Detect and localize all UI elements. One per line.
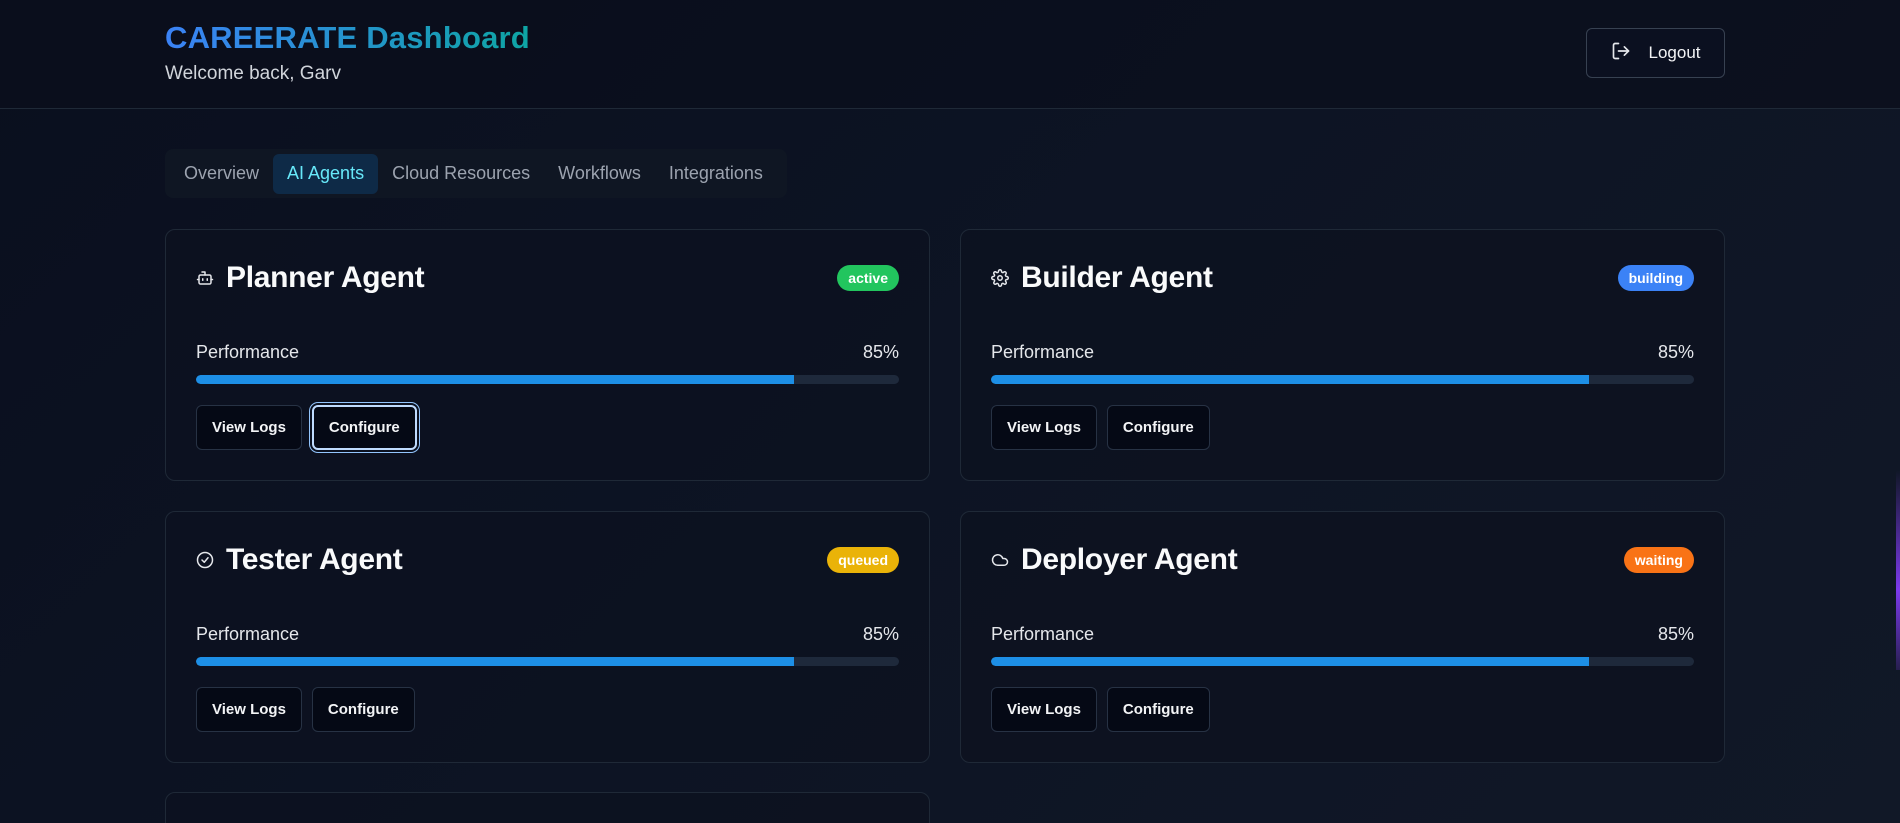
performance-bar-fill [196, 375, 794, 384]
status-badge: building [1617, 265, 1694, 291]
performance-bar [991, 657, 1694, 666]
logout-label: Logout [1648, 43, 1701, 62]
agent-name: Planner Agent [226, 261, 425, 294]
view-logs-button[interactable]: View Logs [991, 405, 1097, 450]
agent-card-deployer: Deployer Agent waiting Performance 85% V… [960, 511, 1725, 763]
welcome-message: Welcome back, Garv [165, 63, 341, 84]
status-badge: waiting [1623, 547, 1694, 573]
performance-label: Performance [196, 624, 300, 644]
performance-bar [991, 375, 1694, 384]
bot-icon [196, 269, 214, 287]
performance-value: 85% [862, 624, 899, 644]
performance-label: Performance [991, 342, 1095, 362]
configure-button[interactable]: Configure [1106, 405, 1210, 450]
tab-integrations[interactable]: Integrations [655, 154, 777, 194]
top-header: CAREERATE Dashboard Welcome back, Garv L… [0, 0, 1900, 109]
performance-bar-fill [991, 375, 1589, 384]
agent-name: Tester Agent [226, 543, 403, 576]
view-logs-button[interactable]: View Logs [196, 687, 302, 732]
configure-button[interactable]: Configure [311, 405, 417, 450]
performance-label: Performance [991, 624, 1095, 644]
tab-bar: Overview AI Agents Cloud Resources Workf… [165, 149, 787, 198]
performance-value: 85% [1657, 342, 1694, 362]
agent-card-tester: Tester Agent queued Performance 85% View… [165, 511, 930, 763]
logout-button[interactable]: Logout [1586, 28, 1725, 78]
agent-card-builder: Builder Agent building Performance 85% V… [960, 229, 1725, 481]
performance-value: 85% [862, 342, 899, 362]
agent-card-planner: Planner Agent active Performance 85% Vie… [165, 229, 930, 481]
check-circle-icon [196, 551, 214, 569]
view-logs-button[interactable]: View Logs [991, 687, 1097, 732]
gear-icon [991, 269, 1009, 287]
status-badge: queued [827, 547, 899, 573]
performance-bar-fill [991, 657, 1589, 666]
page-title: CAREERATE Dashboard [165, 20, 530, 55]
tab-workflows[interactable]: Workflows [544, 154, 655, 194]
performance-bar [196, 657, 899, 666]
scrollbar-accent [1896, 470, 1900, 670]
configure-button[interactable]: Configure [311, 687, 415, 732]
performance-value: 85% [1657, 624, 1694, 644]
agent-name: Deployer Agent [1021, 543, 1238, 576]
configure-button[interactable]: Configure [1106, 687, 1210, 732]
tab-overview[interactable]: Overview [170, 154, 273, 194]
status-badge: active [837, 265, 899, 291]
performance-bar-fill [196, 657, 794, 666]
tab-cloud-resources[interactable]: Cloud Resources [378, 154, 544, 194]
performance-label: Performance [196, 342, 300, 362]
view-logs-button[interactable]: View Logs [196, 405, 302, 450]
agent-card-partial [165, 792, 930, 823]
agent-name: Builder Agent [1021, 261, 1213, 294]
performance-bar [196, 375, 899, 384]
logout-icon [1611, 41, 1631, 66]
cloud-icon [991, 551, 1009, 569]
tab-ai-agents[interactable]: AI Agents [273, 153, 379, 194]
